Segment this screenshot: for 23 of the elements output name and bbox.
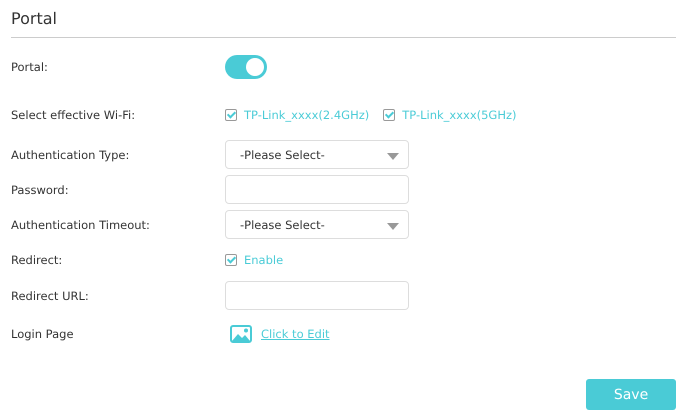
field-label: Password: [11, 182, 70, 196]
input-field[interactable] [225, 175, 409, 204]
field-label: Select effective Wi-Fi: [11, 108, 136, 122]
dropdown[interactable]: -Please Select- [225, 210, 409, 239]
field-label: Redirect URL: [11, 288, 90, 302]
field-label: Authentication Type: [11, 148, 130, 162]
field-label: Portal: [11, 60, 49, 74]
checkbox-label: Enable [244, 253, 284, 267]
checkbox[interactable] [225, 254, 237, 266]
checkbox-label: TP-Link_xxxx(5GHz) [402, 108, 517, 122]
checkbox[interactable] [383, 109, 396, 121]
checkbox-label: TP-Link_xxxx(2.4GHz) [244, 108, 370, 122]
field-label: Login Page [11, 327, 75, 341]
caret-icon [387, 153, 399, 160]
caret-icon [387, 223, 399, 230]
toggle-switch[interactable] [225, 55, 267, 79]
checkbox[interactable] [225, 109, 237, 121]
field-label: Authentication Timeout: [11, 218, 151, 232]
field-label: Redirect: [11, 253, 64, 267]
section-title: Portal [11, 8, 58, 30]
image-icon [230, 325, 252, 343]
input-field[interactable] [225, 281, 409, 310]
dropdown[interactable]: -Please Select- [225, 140, 409, 169]
